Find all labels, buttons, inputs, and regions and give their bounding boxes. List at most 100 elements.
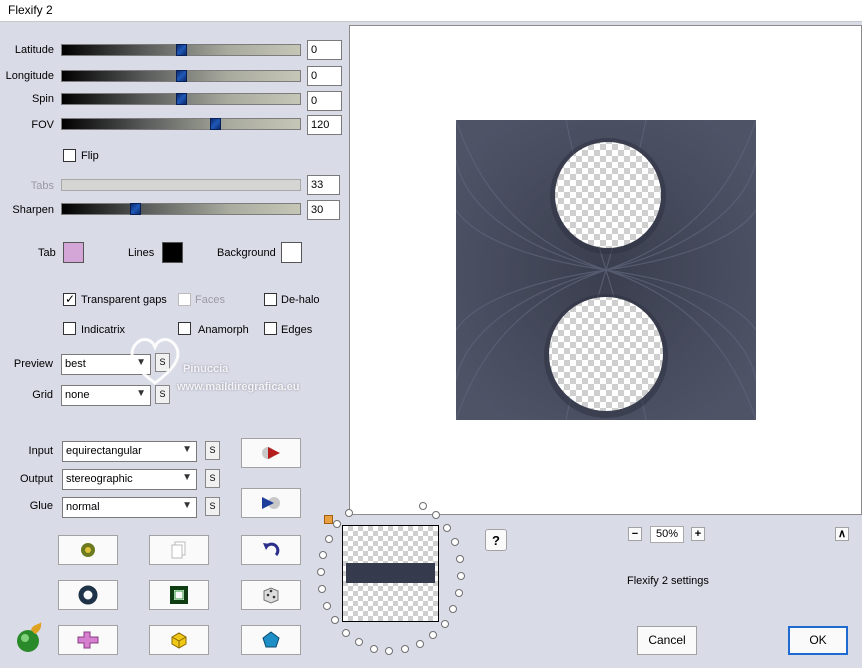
- help-button[interactable]: ?: [485, 529, 507, 551]
- longitude-slider[interactable]: [61, 70, 301, 82]
- navigator-dot[interactable]: [429, 631, 438, 640]
- navigator-dot[interactable]: [341, 628, 350, 637]
- latitude-slider[interactable]: [61, 44, 301, 56]
- navigator-dot[interactable]: [415, 640, 424, 649]
- sharpen-field[interactable]: 30: [307, 200, 340, 220]
- latitude-slider-thumb[interactable]: [176, 44, 187, 56]
- transparent-gaps-checkbox[interactable]: ✓: [63, 292, 76, 306]
- navigator-dot[interactable]: [323, 601, 332, 610]
- fov-field[interactable]: 120: [307, 115, 342, 135]
- navigator-dot[interactable]: [449, 605, 458, 614]
- chevron-down-icon: ▼: [182, 500, 192, 511]
- play-forward-icon: [262, 447, 280, 459]
- play-forward-button[interactable]: [241, 438, 301, 468]
- zoom-out-button[interactable]: −: [628, 527, 642, 541]
- navigator-dot[interactable]: [333, 520, 342, 529]
- longitude-slider-thumb[interactable]: [176, 70, 187, 82]
- spin-label: Spin: [31, 93, 54, 105]
- grid-select[interactable]: none ▼: [61, 385, 151, 406]
- frame-button[interactable]: [149, 580, 209, 610]
- cube-button[interactable]: [149, 625, 209, 655]
- chevron-down-icon: ▼: [182, 444, 192, 455]
- navigator-dot[interactable]: [324, 534, 333, 543]
- sharpen-slider[interactable]: [61, 203, 301, 215]
- glue-select-value: normal: [66, 501, 100, 513]
- navigator-dot[interactable]: [344, 508, 353, 517]
- gear-ball-icon: [81, 543, 95, 557]
- navigator-dot[interactable]: [400, 645, 409, 654]
- longitude-field[interactable]: 0: [307, 66, 342, 86]
- ring-button[interactable]: [58, 580, 118, 610]
- navigator-dot[interactable]: [355, 638, 364, 647]
- spin-slider-thumb[interactable]: [176, 93, 187, 105]
- ok-button[interactable]: OK: [788, 626, 848, 655]
- glue-select[interactable]: normal ▼: [62, 497, 197, 518]
- faces-checkbox: [178, 293, 191, 306]
- background-color-swatch[interactable]: [281, 242, 302, 263]
- navigator-thumbnail[interactable]: [342, 525, 439, 622]
- input-select[interactable]: equirectangular ▼: [62, 441, 197, 462]
- fov-slider[interactable]: [61, 118, 301, 130]
- output-select[interactable]: stereographic ▼: [62, 469, 197, 490]
- tile-button[interactable]: [58, 625, 118, 655]
- navigator-dot[interactable]: [455, 554, 464, 563]
- zoom-level: 50%: [650, 526, 684, 543]
- cancel-button[interactable]: Cancel: [637, 626, 697, 655]
- navigator-dot[interactable]: [369, 644, 378, 653]
- de-halo-label: De-halo: [281, 294, 320, 306]
- longitude-label: Longitude: [5, 70, 54, 82]
- navigator-dot[interactable]: [442, 523, 451, 532]
- copy-icon: [171, 541, 186, 559]
- fov-slider-thumb[interactable]: [210, 118, 221, 130]
- preview-label: Preview: [13, 358, 53, 370]
- navigator-dot[interactable]: [454, 589, 463, 598]
- preview-image: [455, 119, 757, 421]
- help-icon: ?: [492, 532, 500, 548]
- watermark-url: www.maildiregrafica.eu: [177, 381, 300, 393]
- tab-color-swatch[interactable]: [63, 242, 84, 263]
- zoom-in-button[interactable]: +: [691, 527, 705, 541]
- latitude-field[interactable]: 0: [307, 40, 342, 60]
- copy-button[interactable]: [149, 535, 209, 565]
- navigator-dot[interactable]: [319, 550, 328, 559]
- navigator-dot[interactable]: [440, 619, 449, 628]
- grid-label: Grid: [32, 389, 53, 401]
- edges-checkbox[interactable]: [264, 322, 277, 335]
- indicatrix-checkbox[interactable]: [63, 322, 76, 335]
- dice-button[interactable]: [241, 580, 301, 610]
- tile-grid-icon: [77, 631, 99, 649]
- navigator-dot[interactable]: [456, 571, 465, 580]
- preview-select-value: best: [65, 358, 86, 370]
- glue-s-button[interactable]: S: [205, 497, 220, 516]
- randomize-button[interactable]: [58, 535, 118, 565]
- output-s-button[interactable]: S: [205, 469, 220, 488]
- spin-field[interactable]: 0: [307, 91, 342, 111]
- input-s-button[interactable]: S: [205, 441, 220, 460]
- chevron-down-icon: ▼: [182, 472, 192, 483]
- tabs-field[interactable]: 33: [307, 175, 340, 195]
- latitude-label: Latitude: [14, 44, 54, 56]
- play-back-button[interactable]: [241, 488, 301, 518]
- sharpen-slider-thumb[interactable]: [130, 203, 141, 215]
- spin-slider[interactable]: [61, 93, 301, 105]
- navigator-dot[interactable]: [318, 585, 327, 594]
- navigator-dot[interactable]: [385, 646, 394, 655]
- navigator-dot[interactable]: [317, 568, 326, 577]
- collapse-button[interactable]: ∧: [835, 527, 849, 541]
- de-halo-checkbox[interactable]: [264, 293, 277, 306]
- undo-icon: [263, 542, 280, 557]
- faces-label: Faces: [195, 294, 225, 306]
- navigator-dot[interactable]: [450, 538, 459, 547]
- navigator-dot[interactable]: [432, 511, 441, 520]
- flip-checkbox[interactable]: [63, 149, 76, 162]
- watermark-name: Pinuccia: [183, 363, 229, 375]
- navigator-dot[interactable]: [418, 501, 427, 510]
- tabs-label: Tabs: [30, 180, 54, 192]
- navigator-marker-icon: [324, 515, 333, 524]
- window-title: Flexify 2: [8, 3, 53, 17]
- polyhedron-button[interactable]: [241, 625, 301, 655]
- lines-color-swatch[interactable]: [162, 242, 183, 263]
- cube-icon: [171, 632, 187, 649]
- undo-button[interactable]: [241, 535, 301, 565]
- navigator-dot[interactable]: [331, 616, 340, 625]
